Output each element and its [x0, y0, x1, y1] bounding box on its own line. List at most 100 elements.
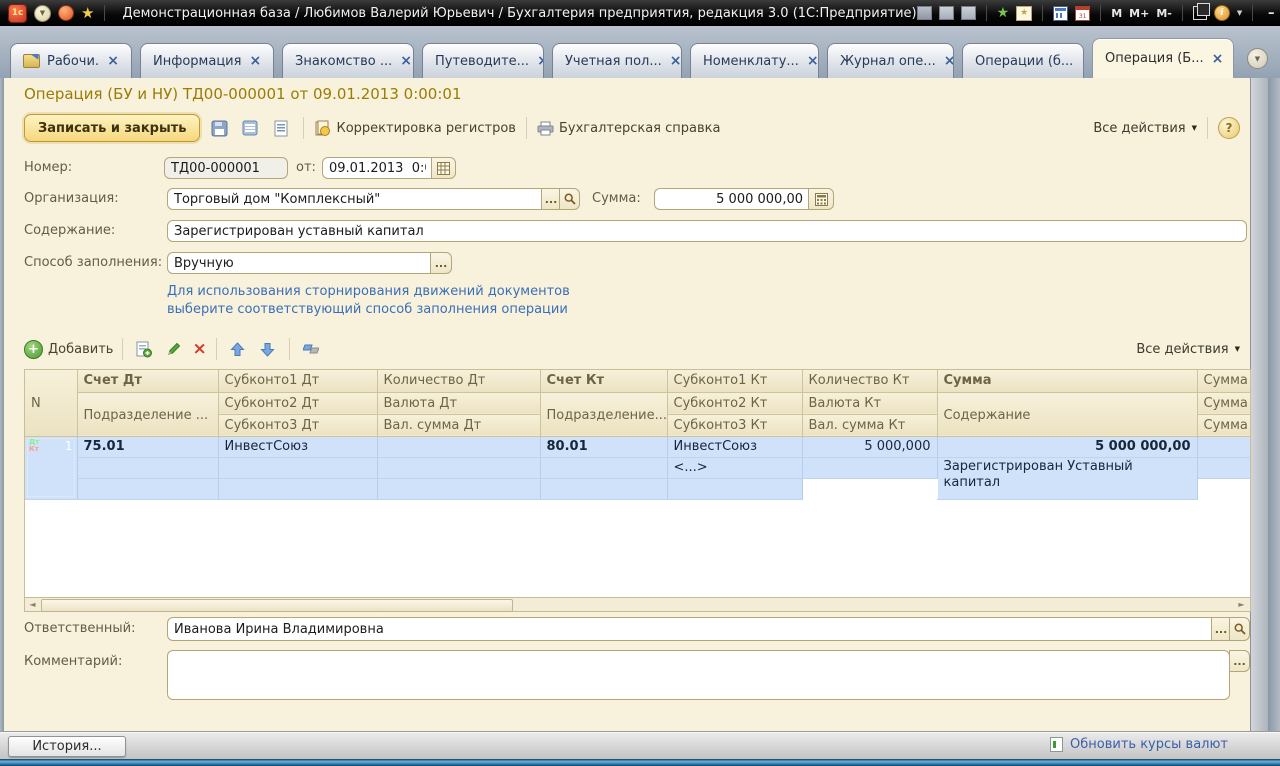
print-preview-icon[interactable] — [961, 6, 976, 20]
all-actions-button[interactable]: Все действия ▼ — [1093, 121, 1197, 136]
tab-close-icon[interactable]: × — [107, 54, 119, 68]
organization-search-button[interactable] — [559, 188, 580, 210]
tab-close-icon[interactable]: × — [249, 54, 261, 68]
organization-input[interactable] — [167, 188, 542, 210]
print-icon[interactable] — [939, 6, 954, 20]
tab-desktop[interactable]: Рабочи... × — [10, 43, 132, 78]
cell-sum-cut[interactable] — [1197, 436, 1251, 457]
scroll-right-icon[interactable]: ► — [1234, 598, 1249, 611]
tab-nomenclature[interactable]: Номенклату... × — [690, 43, 819, 78]
tab-operations-journal[interactable]: Журнал опе... × — [827, 43, 954, 78]
organization-ellipsis-button[interactable]: ... — [541, 188, 560, 210]
cell-content[interactable]: Зарегистрирован Уставный капитал — [937, 457, 1197, 499]
tab-close-icon[interactable]: × — [400, 54, 412, 68]
move-down-button[interactable] — [256, 337, 280, 361]
edit-row-button[interactable] — [162, 337, 186, 361]
save-icon[interactable] — [917, 6, 932, 20]
calendar-icon[interactable]: 31 — [1075, 6, 1090, 21]
cell-sub2-dt[interactable] — [218, 457, 377, 478]
memory-subtract-button[interactable]: M- — [1156, 7, 1172, 20]
postings-list-button[interactable] — [238, 116, 262, 140]
accounting-note-button[interactable]: Бухгалтерская справка — [537, 121, 721, 136]
adjust-registers-button[interactable]: Корректировка регистров — [314, 120, 516, 137]
tab-close-icon[interactable]: × — [537, 54, 544, 68]
grid-all-actions-label: Все действия — [1136, 342, 1228, 357]
responsible-ellipsis-button[interactable]: ... — [1211, 617, 1230, 641]
content-input[interactable] — [167, 220, 1247, 242]
delete-row-button[interactable]: × — [192, 341, 206, 358]
tab-close-icon[interactable]: × — [807, 54, 819, 68]
history-button[interactable]: История... — [8, 736, 126, 757]
calculator-icon[interactable] — [1053, 6, 1068, 21]
row-selector-cell[interactable]: Дт Кт 1 — [25, 436, 77, 499]
tab-operation-active[interactable]: Операция (Б... × — [1092, 38, 1234, 78]
tab-close-icon[interactable]: × — [1081, 54, 1084, 68]
cell-qty-kt[interactable]: 5 000,000 — [802, 436, 937, 457]
memory-recall-button[interactable]: M — [1111, 7, 1122, 20]
grid-horizontal-scrollbar[interactable]: ◄ ► — [24, 597, 1251, 612]
info-dropdown-icon[interactable]: ▼ — [1237, 9, 1242, 17]
adjust-registers-label: Корректировка регистров — [336, 121, 516, 136]
sum-input[interactable] — [654, 188, 809, 210]
add-favorite-icon[interactable]: ★ — [997, 6, 1010, 20]
fill-method-ellipsis-button[interactable]: ... — [430, 252, 452, 274]
responsible-search-button[interactable] — [1229, 617, 1250, 641]
info-icon[interactable]: i — [1214, 5, 1230, 21]
memory-add-button[interactable]: M+ — [1129, 7, 1149, 20]
copy-row-button[interactable] — [132, 337, 156, 361]
scroll-left-icon[interactable]: ◄ — [25, 598, 40, 611]
responsible-input[interactable] — [167, 617, 1212, 641]
cell-division-dt[interactable] — [77, 457, 218, 478]
grid-all-actions-button[interactable]: Все действия ▼ — [1136, 342, 1240, 357]
tab-overflow-dropdown[interactable]: ▼ — [1247, 48, 1268, 69]
tab-information[interactable]: Информация × — [140, 43, 274, 78]
cell-division-kt[interactable] — [540, 457, 667, 478]
vertical-scrollbar[interactable] — [1250, 78, 1268, 731]
favorites-star-icon[interactable]: ★ — [81, 6, 94, 21]
cell-sub2-kt[interactable]: <...> — [667, 457, 802, 478]
sort-button[interactable] — [299, 337, 323, 361]
cell-sub3-kt[interactable] — [377, 478, 540, 499]
cell-currency-kt[interactable] — [802, 457, 937, 478]
sum-calculator-button[interactable] — [808, 188, 834, 210]
cell-sum-cut[interactable] — [667, 478, 802, 499]
tab-close-icon[interactable]: × — [670, 54, 682, 68]
cell-curamount-kt[interactable] — [540, 478, 667, 499]
main-menu-dropdown-icon[interactable]: ▼ — [34, 5, 51, 22]
document-movements-button[interactable] — [269, 116, 293, 140]
tab-label: Путеводите... — [435, 54, 529, 69]
cell-sub1-kt[interactable]: ИнвестСоюз — [667, 436, 802, 457]
comment-ellipsis-button[interactable]: ... — [1229, 650, 1250, 672]
date-input[interactable] — [322, 157, 432, 179]
fill-method-input[interactable] — [167, 252, 431, 274]
tab-operations[interactable]: Операции (б... × — [962, 43, 1084, 78]
tab-close-icon[interactable]: × — [1212, 52, 1224, 66]
open-favorites-icon[interactable]: ★ — [1016, 6, 1032, 21]
cell-currency-dt[interactable] — [377, 457, 540, 478]
update-rates-link[interactable]: Обновить курсы валют — [1050, 737, 1228, 752]
scrollbar-thumb[interactable] — [41, 599, 513, 612]
copy-windows-icon[interactable] — [1193, 6, 1207, 20]
cell-account-dt[interactable]: 75.01 — [77, 436, 218, 457]
comment-input[interactable] — [167, 650, 1230, 700]
minimize-button[interactable]: – — [1263, 6, 1279, 21]
1c-app-icon[interactable]: 1с — [8, 4, 27, 23]
save-and-close-button[interactable]: Записать и закрыть — [24, 114, 200, 142]
tab-accounting-policy[interactable]: Учетная пол... × — [552, 43, 682, 78]
help-button[interactable]: ? — [1218, 117, 1240, 139]
cell-account-kt[interactable]: 80.01 — [540, 436, 667, 457]
cell-sub1-dt[interactable]: ИнвестСоюз — [218, 436, 377, 457]
tab-close-icon[interactable]: × — [944, 54, 954, 68]
cell-sum-cut[interactable] — [1197, 457, 1251, 478]
cell-curamount-dt[interactable] — [218, 478, 377, 499]
date-picker-button[interactable] — [431, 157, 456, 179]
tab-guide[interactable]: Путеводите... × — [422, 43, 544, 78]
cell-qty-dt[interactable] — [377, 436, 540, 457]
cell-sum[interactable]: 5 000 000,00 — [937, 436, 1197, 457]
cell-sub3-dt[interactable] — [77, 478, 218, 499]
save-button[interactable] — [207, 116, 231, 140]
tab-acquaintance[interactable]: Знакомство ... × — [282, 43, 414, 78]
number-input[interactable] — [164, 157, 288, 179]
add-row-button[interactable]: + Добавить — [24, 340, 113, 359]
move-up-button[interactable] — [226, 337, 250, 361]
